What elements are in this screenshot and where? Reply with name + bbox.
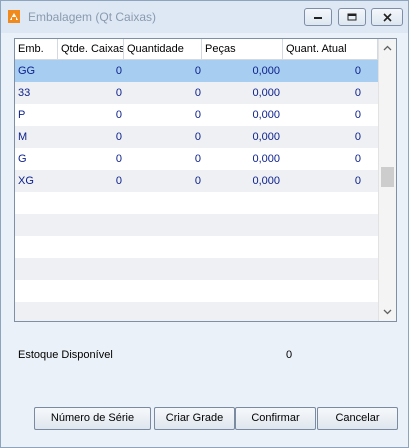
table-row[interactable]: G 0 0 0,000 0: [15, 148, 378, 170]
column-header-pecas[interactable]: Peças: [202, 39, 283, 59]
app-icon: [8, 10, 20, 23]
numero-serie-button[interactable]: Número de Série: [34, 407, 151, 430]
scroll-down-button[interactable]: [379, 303, 396, 320]
cell-qtde-caixas: 0: [115, 153, 122, 165]
cell-quantidade: 0: [194, 175, 201, 187]
cell-qtde-caixas: 0: [115, 87, 122, 99]
cell-quant-atual: 0: [354, 109, 361, 121]
close-button[interactable]: [371, 8, 403, 26]
cell-emb: GG: [18, 65, 36, 77]
table-row[interactable]: XG 0 0 0,000 0: [15, 170, 378, 192]
cell-emb: G: [18, 153, 27, 165]
cell-pecas: 0,000: [252, 65, 280, 77]
empty-row: [15, 192, 378, 214]
chevron-down-icon: [383, 309, 392, 314]
title-bar[interactable]: Embalagem (Qt Caixas): [1, 1, 408, 33]
cell-quant-atual: 0: [354, 65, 361, 77]
table-row[interactable]: 33 0 0 0,000 0: [15, 82, 378, 104]
cell-qtde-caixas: 0: [115, 65, 122, 77]
minimize-button[interactable]: [304, 8, 332, 26]
empty-row: [15, 236, 378, 258]
cell-quantidade: 0: [194, 153, 201, 165]
column-header-emb[interactable]: Emb.: [15, 39, 58, 59]
cell-quantidade: 0: [194, 65, 201, 77]
cell-quantidade: 0: [194, 109, 201, 121]
column-header-qtde-caixas[interactable]: Qtde. Caixas: [58, 39, 124, 59]
cell-quant-atual: 0: [354, 153, 361, 165]
window-title: Embalagem (Qt Caixas): [28, 10, 157, 24]
maximize-button[interactable]: [338, 8, 366, 26]
cell-pecas: 0,000: [252, 175, 280, 187]
cell-quant-atual: 0: [354, 87, 361, 99]
cell-qtde-caixas: 0: [115, 131, 122, 143]
maximize-icon: [347, 13, 357, 21]
embalagem-dialog: Embalagem (Qt Caixas) Emb. Qtde. Caixas …: [0, 0, 409, 448]
estoque-disponivel-label: Estoque Disponível: [18, 349, 113, 361]
cell-quant-atual: 0: [354, 131, 361, 143]
empty-row: [15, 258, 378, 280]
cell-quantidade: 0: [194, 87, 201, 99]
cancelar-button[interactable]: Cancelar: [317, 407, 398, 430]
table-row[interactable]: M 0 0 0,000 0: [15, 126, 378, 148]
cell-pecas: 0,000: [252, 131, 280, 143]
cell-qtde-caixas: 0: [115, 109, 122, 121]
cell-emb: 33: [18, 87, 31, 99]
chevron-up-icon: [383, 45, 392, 50]
table-row[interactable]: P 0 0 0,000 0: [15, 104, 378, 126]
cell-emb: P: [18, 109, 26, 121]
cell-pecas: 0,000: [252, 153, 280, 165]
close-icon: [382, 12, 392, 22]
cell-quantidade: 0: [194, 131, 201, 143]
minimize-icon: [314, 17, 322, 19]
cell-pecas: 0,000: [252, 87, 280, 99]
cell-emb: XG: [18, 175, 34, 187]
cell-qtde-caixas: 0: [115, 175, 122, 187]
vertical-scrollbar[interactable]: [378, 39, 396, 321]
column-header-quantidade[interactable]: Quantidade: [124, 39, 202, 59]
cell-quant-atual: 0: [354, 175, 361, 187]
table-row[interactable]: GG 0 0 0,000 0: [15, 60, 378, 82]
embalagem-grid[interactable]: Emb. Qtde. Caixas Quantidade Peças Quant…: [14, 38, 397, 322]
scrollbar-thumb[interactable]: [381, 167, 394, 187]
empty-row: [15, 214, 378, 236]
empty-row: [15, 280, 378, 302]
scroll-up-button[interactable]: [379, 39, 396, 56]
column-header-quant-atual[interactable]: Quant. Atual: [283, 39, 378, 59]
criar-grade-button[interactable]: Criar Grade: [154, 407, 235, 430]
cell-pecas: 0,000: [252, 109, 280, 121]
grid-header: Emb. Qtde. Caixas Quantidade Peças Quant…: [15, 39, 378, 60]
cell-emb: M: [18, 131, 28, 143]
empty-row: [15, 302, 378, 321]
estoque-disponivel-value: 0: [286, 349, 293, 361]
confirmar-button[interactable]: Confirmar: [235, 407, 316, 430]
